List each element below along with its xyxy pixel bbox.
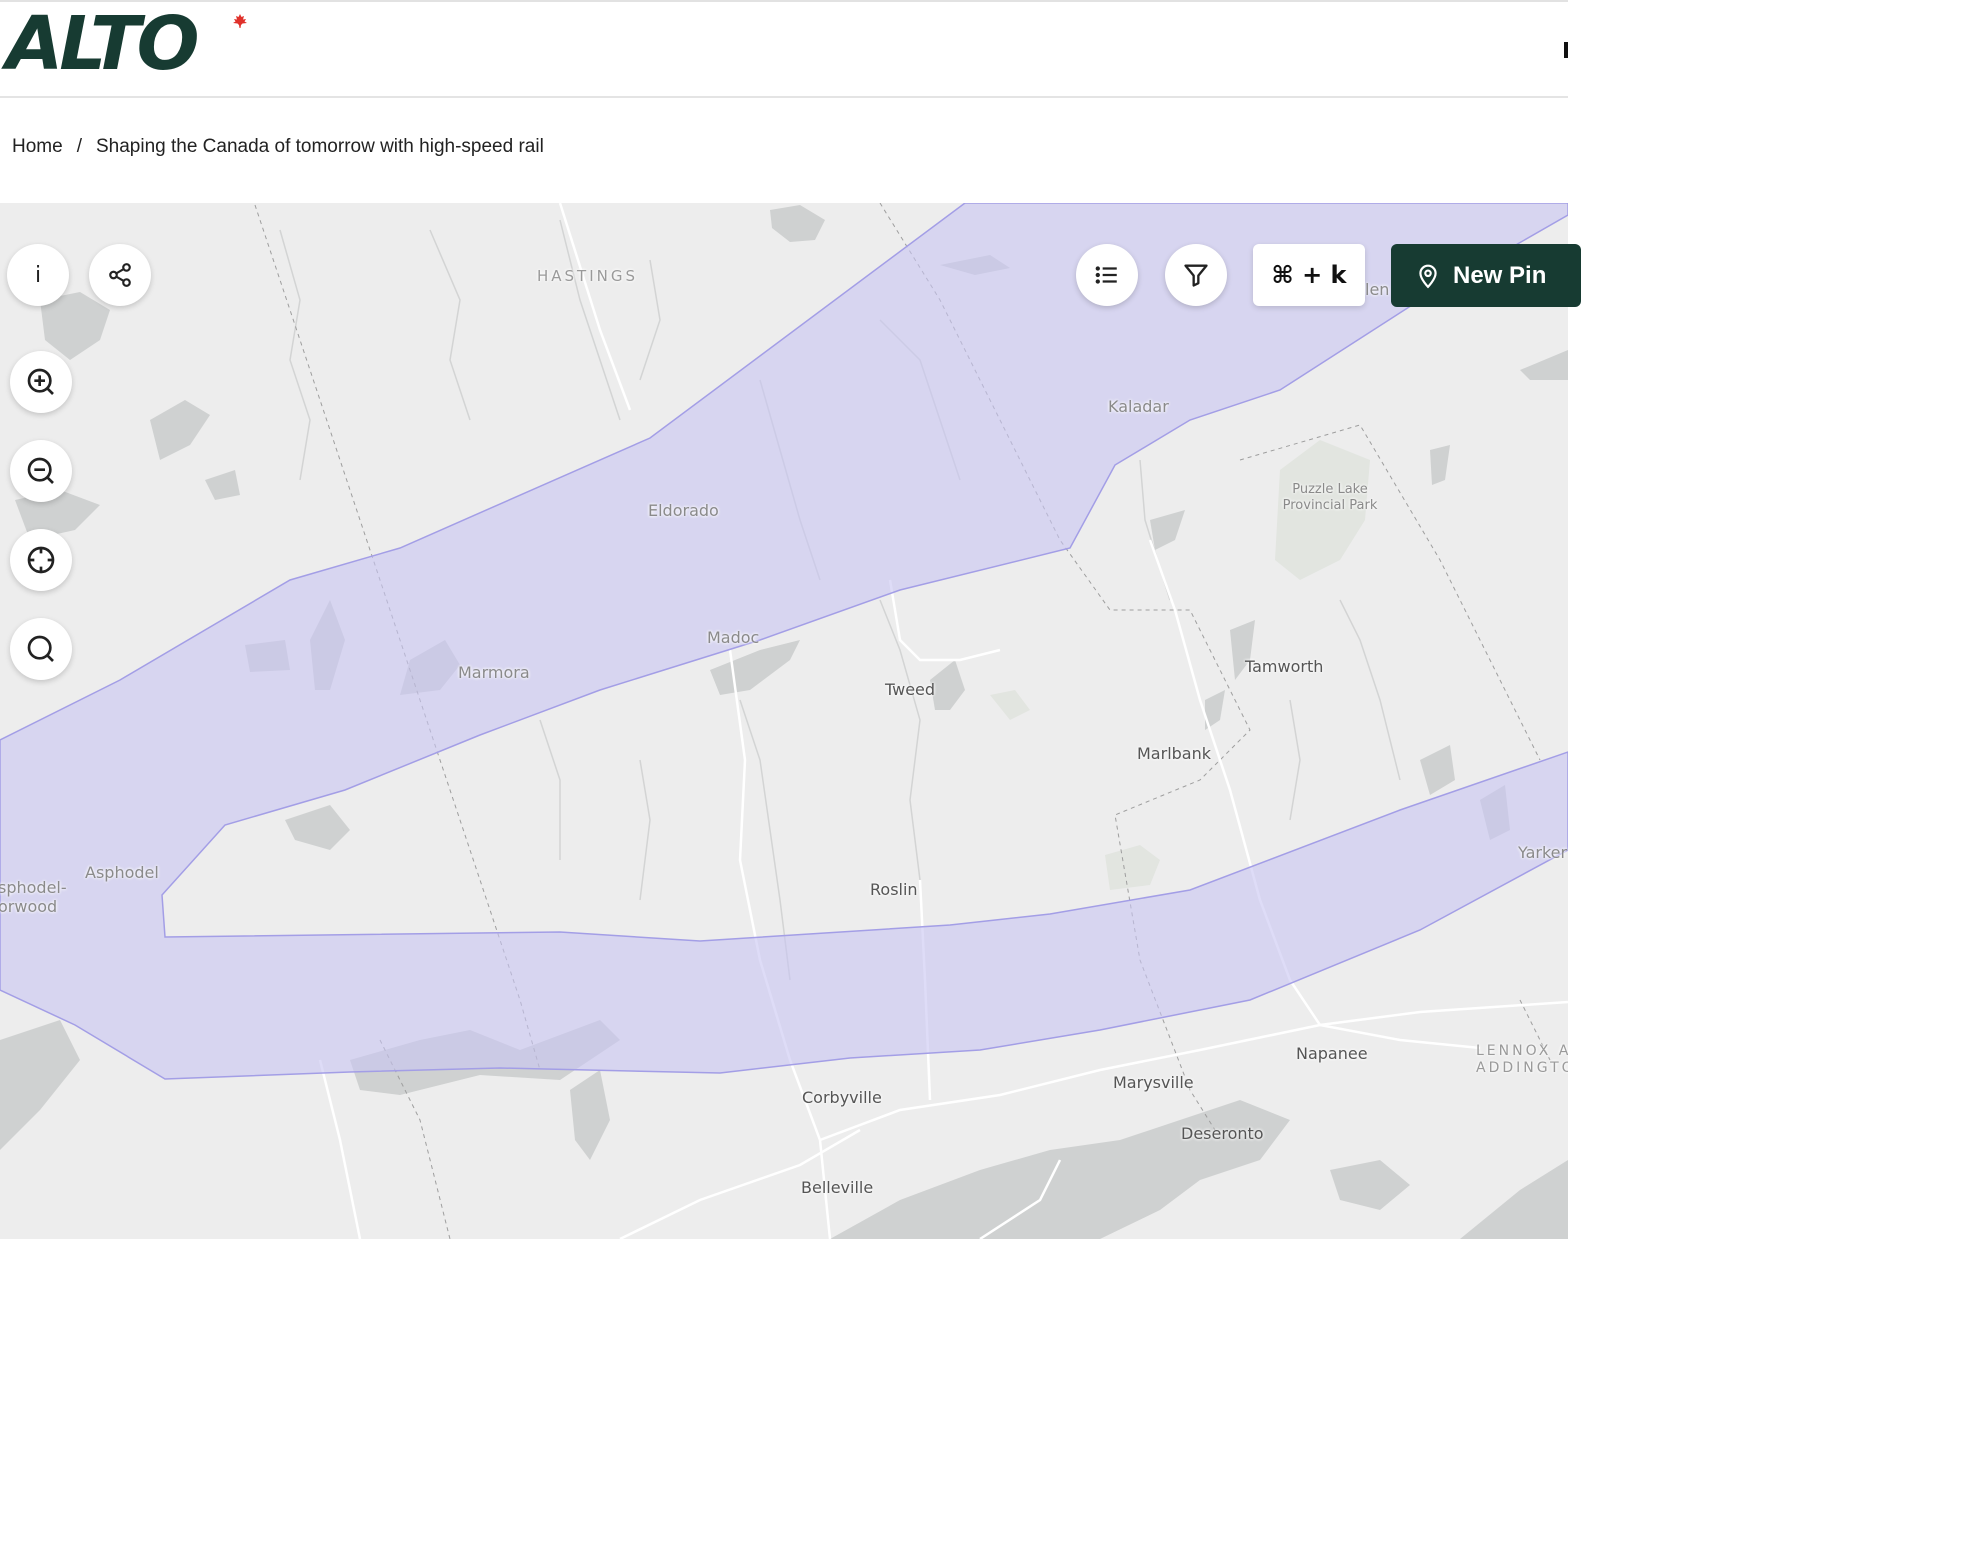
menu-edge[interactable]	[1564, 42, 1568, 58]
list-button[interactable]	[1076, 244, 1138, 306]
breadcrumb-home[interactable]: Home	[12, 136, 63, 158]
label-yarker: Yarker	[1518, 843, 1568, 862]
alto-logo[interactable]: ALTO	[6, 1, 200, 87]
label-marmora: Marmora	[458, 663, 530, 682]
label-asphodel: Asphodel	[85, 863, 159, 882]
new-pin-button[interactable]: New Pin	[1391, 244, 1581, 307]
label-tamworth: Tamworth	[1245, 657, 1324, 676]
label-lennox: LENNOX AI ADDINGTO	[1476, 1043, 1568, 1076]
label-marysville: Marysville	[1113, 1073, 1194, 1092]
info-button[interactable]: i	[7, 244, 69, 306]
new-pin-label: New Pin	[1453, 261, 1547, 289]
zoom-out-button[interactable]	[10, 440, 72, 502]
shortcut-label: ⌘ + k	[1271, 261, 1347, 289]
label-asphodel-norwood: sphodel- orwood	[0, 878, 67, 916]
label-deseronto: Deseronto	[1181, 1124, 1264, 1143]
locate-button[interactable]	[10, 529, 72, 591]
label-partial: len	[1365, 280, 1390, 299]
list-icon	[1095, 266, 1117, 284]
breadcrumb-current: Shaping the Canada of tomorrow with high…	[95, 136, 544, 157]
zoom-out-icon	[27, 457, 54, 484]
map-pin-icon	[1419, 264, 1437, 288]
label-marlbank: Marlbank	[1137, 744, 1211, 763]
label-hastings: HASTINGS	[537, 267, 639, 285]
map-canvas[interactable]: HASTINGS len Kaladar Eldorado Puzzle Lak…	[0, 203, 1568, 1239]
maple-leaf-icon	[233, 14, 247, 28]
filter-button[interactable]	[1165, 244, 1227, 306]
search-button[interactable]	[10, 618, 72, 680]
info-icon: i	[34, 262, 42, 288]
breadcrumb: Home / Shaping the Canada of tomorrow wi…	[12, 136, 544, 158]
breadcrumb-separator: /	[76, 136, 82, 157]
logo-text: ALTO	[6, 1, 200, 87]
share-icon	[109, 263, 131, 287]
site-header: ALTO	[0, 0, 1568, 98]
zoom-in-icon	[27, 368, 54, 395]
label-corbyville: Corbyville	[802, 1088, 882, 1107]
label-belleville: Belleville	[801, 1178, 874, 1197]
share-button[interactable]	[89, 244, 151, 306]
label-roslin: Roslin	[870, 880, 918, 899]
label-tweed: Tweed	[885, 680, 936, 699]
label-madoc: Madoc	[707, 628, 760, 647]
search-icon	[27, 635, 54, 662]
label-kaladar: Kaladar	[1108, 397, 1169, 416]
command-palette-button[interactable]: ⌘ + k	[1253, 244, 1365, 306]
rail-corridor	[0, 203, 1568, 1080]
zoom-in-button[interactable]	[10, 351, 72, 413]
label-napanee: Napanee	[1296, 1044, 1368, 1063]
crosshair-icon	[27, 546, 55, 574]
map-base	[0, 203, 1568, 1239]
label-eldorado: Eldorado	[648, 501, 719, 520]
label-puzzle-lake: Puzzle Lake Provincial Park	[1282, 482, 1378, 513]
filter-icon	[1184, 264, 1208, 287]
